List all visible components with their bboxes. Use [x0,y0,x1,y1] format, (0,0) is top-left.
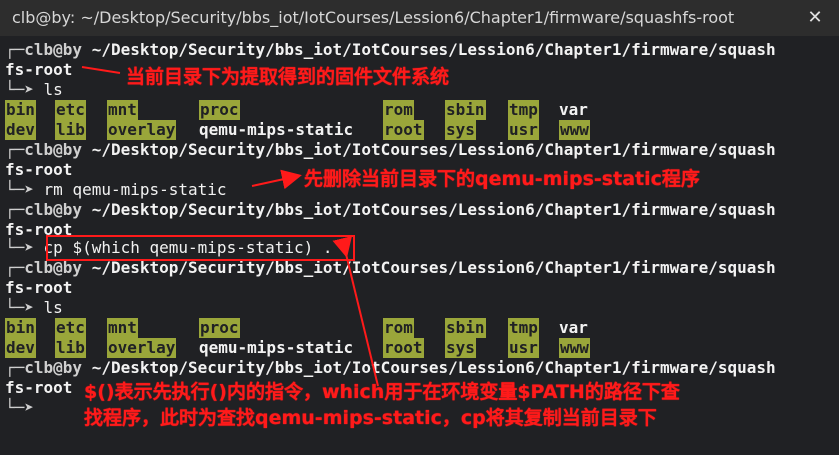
annotation-note: 当前目录下为提取得到的固件文件系统 [126,66,450,88]
arrow-line [332,236,379,387]
arrow-line [251,169,302,190]
annotation-note: 先删除当前目录下的qemu-mips-static程序 [304,168,700,190]
annotation-note-line: $()表示先执行()内的指令，which用于在环境变量$PATH的路径下查 [84,381,680,403]
arrow-line [81,66,121,74]
annotation-note: $()表示先执行()内的指令，which用于在环境变量$PATH的路径下查 找程… [84,379,680,431]
annotation-note-line: 找程序，此时为查找qemu-mips-static，cp将其复制当前目录下 [84,407,657,429]
